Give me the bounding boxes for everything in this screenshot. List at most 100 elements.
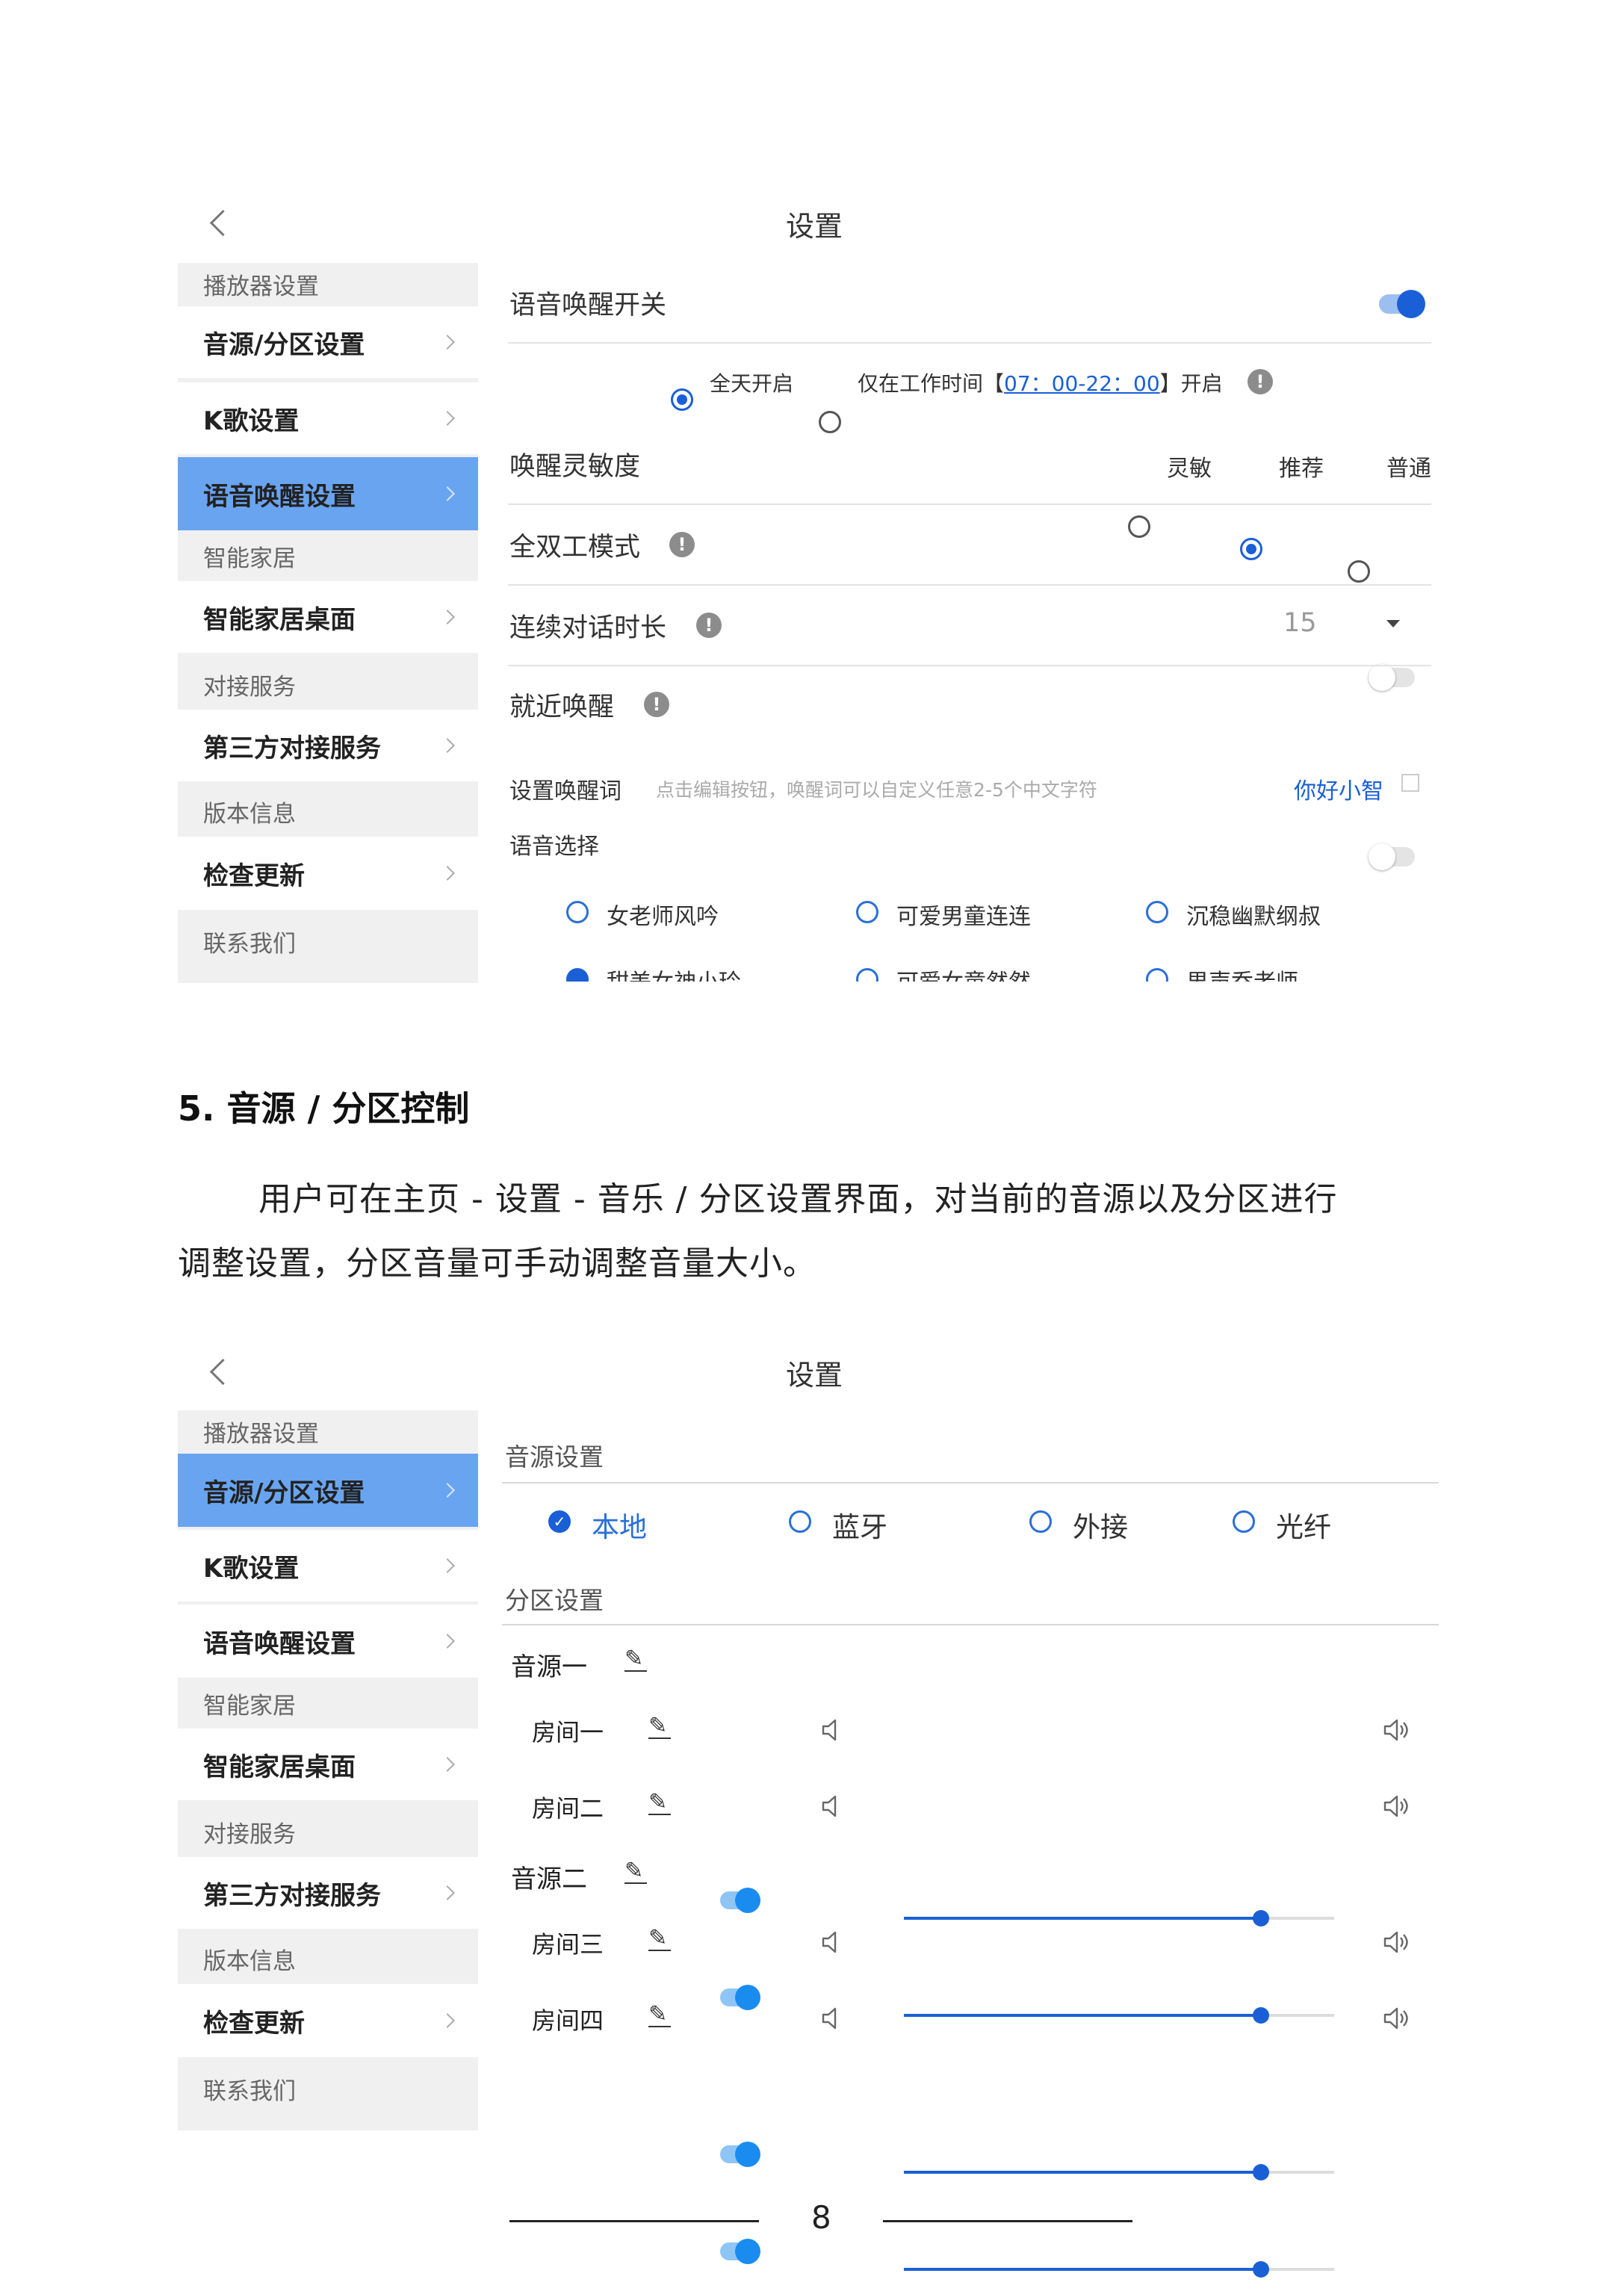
volume-slider-thumb[interactable] <box>1253 2261 1270 2278</box>
back-chevron-icon[interactable] <box>209 1358 237 1386</box>
sidebar-item-smarthome-desktop[interactable]: 智能家居桌面 <box>178 581 478 653</box>
voice-option-radio[interactable] <box>856 968 878 982</box>
voice-option-label: 女老师风吟 <box>607 904 719 930</box>
dialog-duration-value[interactable]: 15 <box>1283 608 1317 638</box>
volume-slider[interactable] <box>904 2164 1334 2180</box>
sidebar-item-label: 语音唤醒设置 <box>203 481 356 512</box>
volume-slider-thumb[interactable] <box>1253 1910 1270 1926</box>
voice-option-radio[interactable] <box>566 901 589 923</box>
voice-select-label: 语音选择 <box>509 834 599 860</box>
chevron-right-icon <box>440 1757 455 1772</box>
sidebar-item-karaoke[interactable]: K歌设置 <box>178 382 478 454</box>
body-paragraph-line-2: 调整设置，分区音量可手动调整音量大小。 <box>178 1244 816 1283</box>
voice-option-checked[interactable] <box>566 968 589 982</box>
volume-slider-fill <box>904 2268 1262 2271</box>
voice-option-label: 男声乔老师 <box>1186 964 1298 982</box>
info-icon[interactable]: ! <box>1248 369 1273 394</box>
sidebar-item-voice-wake[interactable]: 语音唤醒设置 <box>178 1605 478 1678</box>
source-external-radio[interactable] <box>1029 1510 1052 1533</box>
edit-pencil-icon[interactable]: ✎ <box>648 1715 671 1739</box>
sidebar-item-label: K歌设置 <box>203 1553 300 1584</box>
chevron-right-icon <box>440 738 455 753</box>
volume-min-icon[interactable] <box>819 1791 849 1821</box>
work-time-link[interactable]: 07：00-22：00 <box>1004 371 1160 396</box>
sidebar-header-contact[interactable]: 联系我们 <box>178 920 478 962</box>
volume-max-icon[interactable] <box>1380 1715 1410 1745</box>
voice-option-radio[interactable] <box>1146 901 1168 923</box>
sensitivity-option-label: 灵敏 <box>1167 456 1212 482</box>
room-toggle[interactable] <box>720 2239 760 2264</box>
source-option-label: 蓝牙 <box>832 1511 887 1543</box>
wake-word-value[interactable]: 你好小智 <box>1294 772 1383 805</box>
page-number: 8 <box>811 2199 831 2236</box>
source-local-check-icon[interactable]: ✓ <box>548 1510 571 1533</box>
sensitivity-recommended-radio[interactable] <box>1240 538 1262 560</box>
sidebar-item-check-update[interactable]: 检查更新 <box>178 1984 478 2057</box>
chevron-right-icon <box>440 335 455 350</box>
sensitivity-sensitive-radio[interactable] <box>1128 515 1150 538</box>
volume-slider-thumb[interactable] <box>1253 2164 1270 2180</box>
volume-slider[interactable] <box>904 2007 1334 2024</box>
wake-switch-toggle[interactable] <box>1379 290 1425 318</box>
sidebar-item-source-zone[interactable]: 音源/分区设置 <box>178 306 478 378</box>
volume-slider[interactable] <box>904 1910 1334 1926</box>
edit-pencil-icon[interactable]: ✎ <box>648 1927 671 1951</box>
sidebar-header-contact[interactable]: 联系我们 <box>178 2068 478 2109</box>
volume-max-icon[interactable] <box>1380 1927 1410 1957</box>
nearby-wake-toggle[interactable] <box>1369 843 1415 870</box>
sidebar-item-label: 音源/分区设置 <box>203 329 365 360</box>
settings-sidebar: 播放器设置 音源/分区设置 K歌设置 语音唤醒设置 智能家居 智能家居桌面 对接… <box>178 1410 478 2130</box>
sidebar-item-label: 智能家居桌面 <box>203 604 356 635</box>
sidebar-item-check-update[interactable]: 检查更新 <box>178 837 478 910</box>
voice-option-radio[interactable] <box>1146 968 1168 982</box>
source-option-label: 外接 <box>1073 1511 1128 1543</box>
chevron-right-icon <box>440 486 455 501</box>
full-duplex-toggle[interactable] <box>1369 664 1415 691</box>
sidebar-item-third-party[interactable]: 第三方对接服务 <box>178 710 478 781</box>
source-bluetooth-radio[interactable] <box>789 1510 811 1533</box>
edit-pencil-icon[interactable]: ✎ <box>648 1791 671 1815</box>
voice-option-label: 沉稳幽默纲叔 <box>1186 904 1321 930</box>
room-toggle[interactable] <box>720 2142 760 2167</box>
volume-min-icon[interactable] <box>819 2003 849 2033</box>
schedule-work-time-label: 仅在工作时间【07：00-22：00】开启 <box>858 371 1223 396</box>
dropdown-caret-icon[interactable] <box>1386 620 1400 627</box>
room-toggle[interactable] <box>720 1888 760 1913</box>
sidebar-header-smarthome: 智能家居 <box>203 545 296 572</box>
info-icon[interactable]: ! <box>696 613 722 638</box>
source-option-label: 光纤 <box>1276 1511 1331 1543</box>
dialog-duration-label: 连续对话时长 <box>509 613 667 643</box>
sensitivity-option-label: 普通 <box>1386 456 1431 482</box>
sidebar-item-voice-wake[interactable]: 语音唤醒设置 <box>178 457 478 530</box>
volume-max-icon[interactable] <box>1380 1791 1410 1821</box>
sidebar-header-smarthome: 智能家居 <box>203 1692 296 1720</box>
room-toggle[interactable] <box>720 1985 760 2010</box>
volume-slider-fill <box>904 2171 1262 2174</box>
chevron-right-icon <box>440 866 455 881</box>
edit-pencil-icon[interactable]: ✎ <box>625 1648 647 1672</box>
volume-slider[interactable] <box>904 2261 1334 2278</box>
chevron-right-icon <box>440 2013 455 2028</box>
volume-max-icon[interactable] <box>1380 2003 1410 2033</box>
chevron-right-icon <box>440 1558 455 1573</box>
volume-min-icon[interactable] <box>819 1927 849 1957</box>
source-fiber-radio[interactable] <box>1233 1510 1255 1533</box>
edit-pencil-icon[interactable]: ✎ <box>648 2003 671 2027</box>
info-icon[interactable]: ! <box>669 532 695 557</box>
sidebar-item-source-zone[interactable]: 音源/分区设置 <box>178 1454 478 1527</box>
sidebar-item-karaoke[interactable]: K歌设置 <box>178 1530 478 1602</box>
page-rule-left <box>509 2220 759 2222</box>
sensitivity-normal-radio[interactable] <box>1348 560 1370 583</box>
schedule-all-day-radio[interactable] <box>671 388 693 411</box>
schedule-work-time-radio[interactable] <box>819 411 841 433</box>
chevron-right-icon <box>440 1483 455 1498</box>
sidebar-item-smarthome-desktop[interactable]: 智能家居桌面 <box>178 1729 478 1800</box>
volume-slider-thumb[interactable] <box>1253 2007 1270 2024</box>
info-icon[interactable]: ! <box>644 692 669 717</box>
volume-min-icon[interactable] <box>819 1715 849 1745</box>
edit-icon[interactable] <box>1401 774 1419 792</box>
sidebar-item-third-party[interactable]: 第三方对接服务 <box>178 1857 478 1929</box>
sidebar-item-label: 第三方对接服务 <box>203 733 381 763</box>
edit-pencil-icon[interactable]: ✎ <box>625 1860 647 1884</box>
voice-option-radio[interactable] <box>856 901 878 923</box>
